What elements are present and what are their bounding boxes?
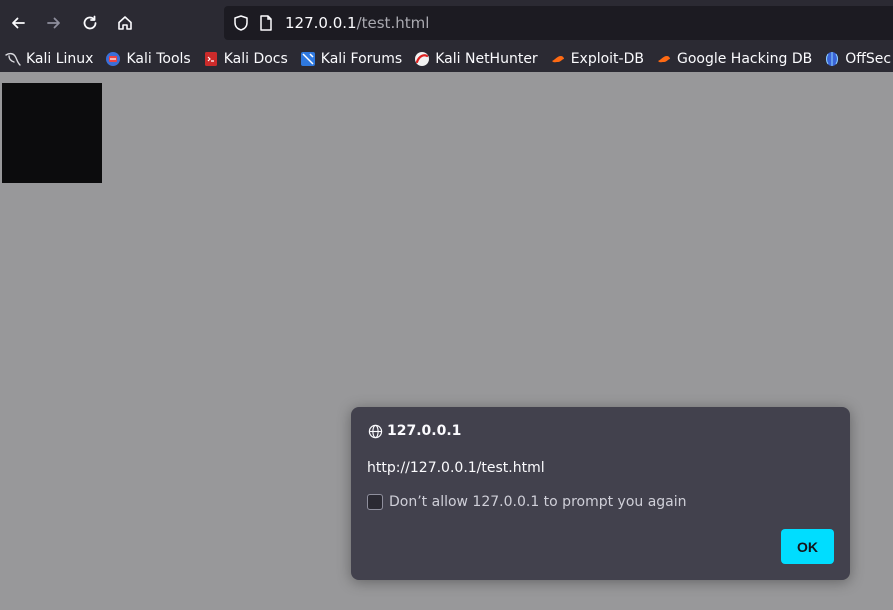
bookmark-label: Google Hacking DB xyxy=(676,51,813,67)
shield-icon[interactable] xyxy=(232,14,250,32)
bookmark-label: Exploit-DB xyxy=(570,51,644,67)
bookmark-kali-linux[interactable]: Kali Linux xyxy=(0,47,97,71)
home-icon xyxy=(118,16,132,30)
exploit-db-icon xyxy=(551,56,564,63)
bookmark-offsec[interactable]: OffSec xyxy=(820,47,893,71)
ghdb-icon xyxy=(657,56,670,63)
kali-tools-icon xyxy=(106,52,121,66)
bookmark-kali-docs[interactable]: Kali Docs xyxy=(199,47,292,71)
kali-nethunter-icon xyxy=(415,52,430,66)
bookmark-label: OffSec xyxy=(845,51,892,67)
reload-icon xyxy=(83,15,97,30)
forward-arrow-icon xyxy=(47,17,60,29)
bookmarks-toolbar: Kali Linux Kali Tools Kali Docs Kali For… xyxy=(0,46,893,72)
forward-button[interactable] xyxy=(38,7,70,39)
bookmark-kali-tools[interactable]: Kali Tools xyxy=(101,47,194,71)
ok-button[interactable]: OK xyxy=(781,529,834,564)
bookmark-label: Kali Forums xyxy=(320,51,403,67)
dialog-title-text: 127.0.0.1 xyxy=(387,423,462,439)
reload-button[interactable] xyxy=(74,7,106,39)
url-text[interactable]: 127.0.0.1/test.html xyxy=(285,13,429,33)
black-square xyxy=(2,83,102,183)
dont-allow-prompt-label: Don’t allow 127.0.0.1 to prompt you agai… xyxy=(389,494,687,510)
bookmark-kali-forums[interactable]: Kali Forums xyxy=(296,47,406,71)
bookmark-google-hacking-db[interactable]: Google Hacking DB xyxy=(652,47,816,71)
kali-dragon-icon xyxy=(5,52,21,66)
home-button[interactable] xyxy=(109,7,141,39)
dont-allow-prompt-option[interactable]: Don’t allow 127.0.0.1 to prompt you agai… xyxy=(367,494,687,510)
bookmark-label: Kali Tools xyxy=(126,51,191,67)
back-button[interactable] xyxy=(2,7,34,39)
back-arrow-icon xyxy=(12,17,25,29)
browser-toolbar: 127.0.0.1/test.html xyxy=(0,0,893,46)
kali-forums-icon xyxy=(300,52,315,66)
kali-docs-icon xyxy=(204,52,217,66)
url-host: 127.0.0.1 xyxy=(285,14,357,32)
page-info-icon[interactable] xyxy=(258,14,274,32)
alert-dialog: 127.0.0.1 http://127.0.0.1/test.html Don… xyxy=(351,407,850,580)
bookmark-kali-nethunter[interactable]: Kali NetHunter xyxy=(410,47,541,71)
globe-icon xyxy=(368,424,383,438)
bookmark-label: Kali NetHunter xyxy=(435,51,538,67)
bookmark-label: Kali Linux xyxy=(26,51,94,67)
url-path: /test.html xyxy=(356,14,430,32)
dont-allow-prompt-checkbox[interactable] xyxy=(367,494,383,510)
url-bar[interactable]: 127.0.0.1/test.html xyxy=(224,6,893,40)
dialog-message: http://127.0.0.1/test.html xyxy=(367,460,545,476)
bookmark-exploit-db[interactable]: Exploit-DB xyxy=(546,47,648,71)
bookmark-label: Kali Docs xyxy=(223,51,288,67)
offsec-icon xyxy=(826,52,839,66)
dialog-title: 127.0.0.1 xyxy=(368,423,461,439)
